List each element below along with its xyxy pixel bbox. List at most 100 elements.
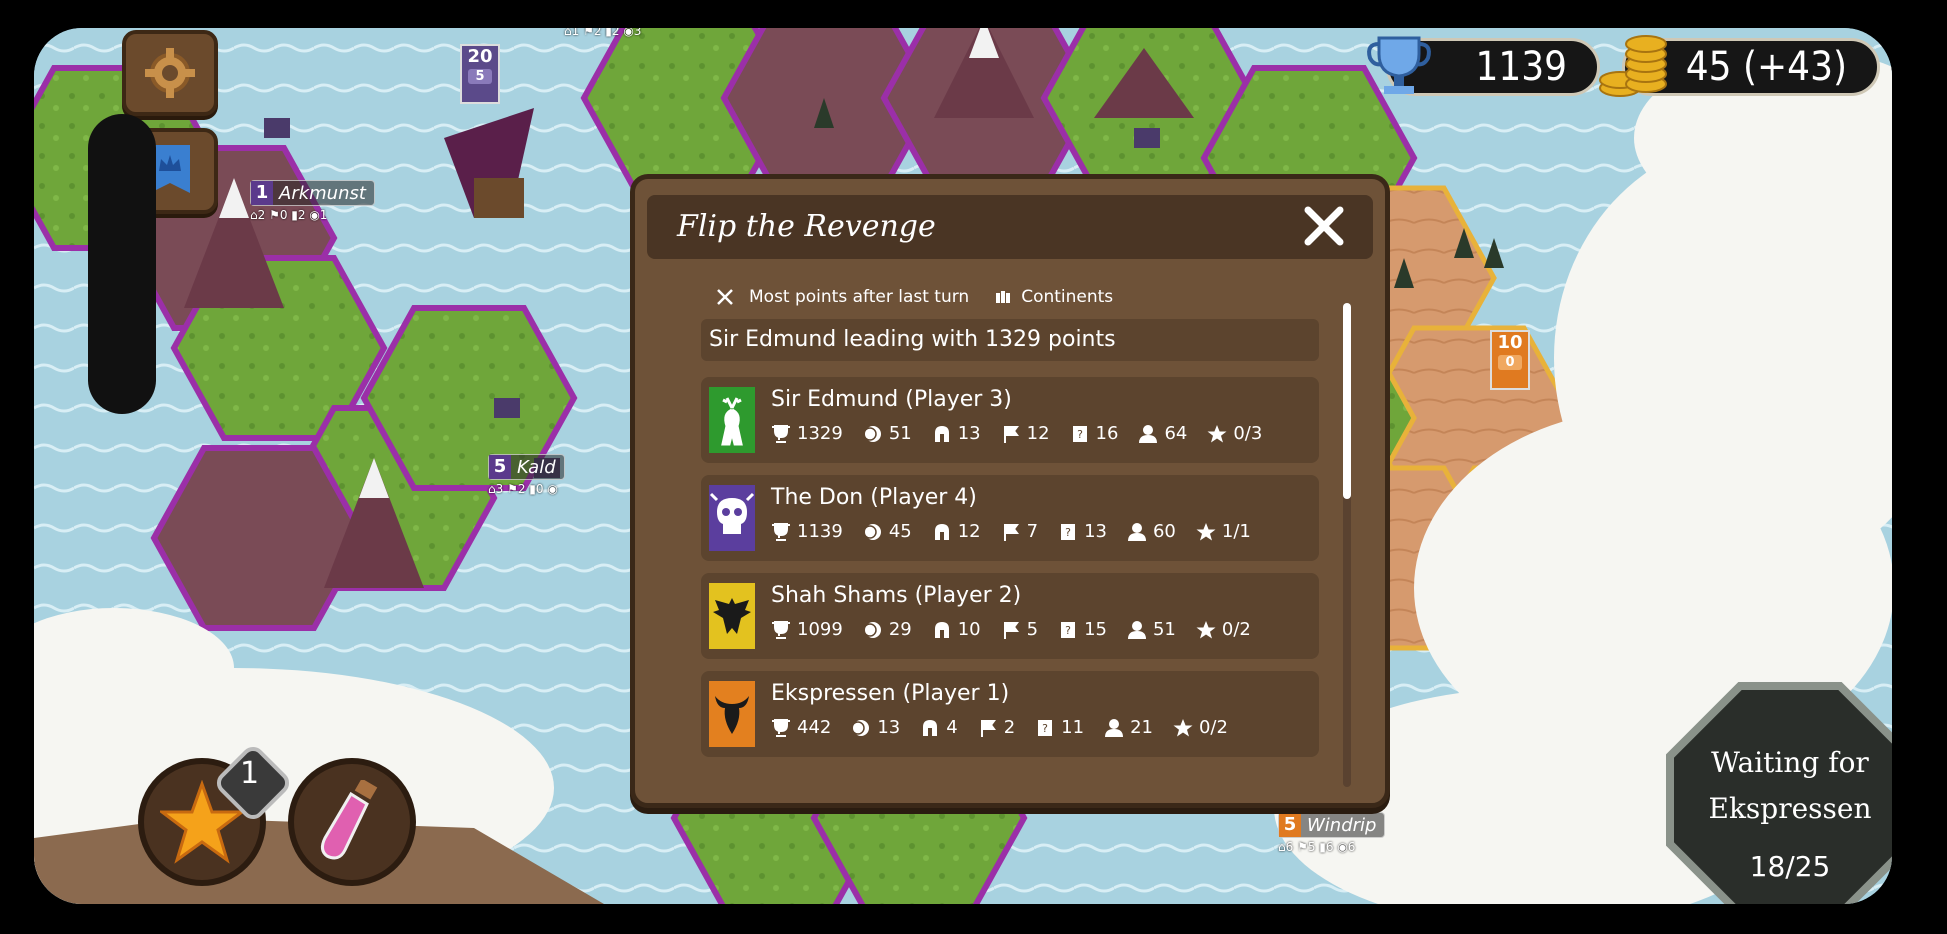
player-stats: 1329 51 13 12 ? 16 64 0/3 xyxy=(771,423,1282,444)
star-icon xyxy=(1196,522,1216,540)
stat-coin: 29 xyxy=(863,619,912,640)
stat-scroll: ? 11 xyxy=(1035,717,1084,738)
dialog-title: Flip the Revenge xyxy=(677,209,936,244)
population-icon xyxy=(1127,522,1146,541)
stat-value: 13 xyxy=(1084,521,1107,542)
marker-bottom-value: 0 xyxy=(1498,355,1522,370)
player-row[interactable]: Ekspressen (Player 1) 442 13 4 2 ? 11 21… xyxy=(701,671,1319,757)
gold-value: 45 (+43) xyxy=(1685,44,1847,90)
city-level: 5 xyxy=(1279,813,1301,837)
player-row[interactable]: Sir Edmund (Player 3) 1329 51 13 12 ? 16… xyxy=(701,377,1319,463)
eagle-icon xyxy=(713,598,751,634)
victory-criteria: Most points after last turn Continents xyxy=(715,287,1113,307)
city-name: Arkmunst xyxy=(279,182,366,204)
city-kald[interactable]: 5 Kald ⌂3 ⚑2 ▮0 ◉ xyxy=(488,454,565,496)
device-frame: 1139 45 (+43) ⌂1 ⚑2 ▮2 ◉3 20 5 10 0 1 Ar… xyxy=(0,0,1947,934)
stat-flag: 5 xyxy=(1001,619,1038,640)
stag-icon xyxy=(721,397,743,446)
city-windrip[interactable]: 5 Windrip ⌂6 ⚑5 ▮6 ◉6 xyxy=(1278,812,1386,854)
stat-value: 21 xyxy=(1130,717,1153,738)
standings-dialog: Flip the Revenge Most points after last … xyxy=(630,174,1390,808)
stat-value: 64 xyxy=(1164,423,1188,444)
population-icon xyxy=(1127,620,1146,639)
helmet-icon xyxy=(934,425,949,442)
trophy-value: 1139 xyxy=(1475,44,1567,90)
city-level: 1 xyxy=(251,181,273,205)
skull-icon xyxy=(709,492,755,534)
star-icon xyxy=(1196,620,1216,638)
close-icon xyxy=(1304,206,1344,246)
trophy-icon xyxy=(772,718,790,737)
stat-star: 0/3 xyxy=(1207,423,1262,444)
trophy-icon xyxy=(772,424,790,443)
player-emblem xyxy=(709,583,755,649)
city-stats: ⌂2 ⚑0 ▮2 ◉1 xyxy=(250,208,328,222)
gold-coins-icon xyxy=(1599,35,1667,97)
city-level: 5 xyxy=(489,455,511,479)
stat-value: 2 xyxy=(1003,717,1016,738)
city-arkmunst[interactable]: 1 Arkmunst ⌂2 ⚑0 ▮2 ◉1 xyxy=(250,180,375,222)
stat-star: 0/2 xyxy=(1196,619,1251,640)
player-name: Sir Edmund (Player 3) xyxy=(771,387,1012,412)
flag-icon xyxy=(980,719,996,737)
stat-value: 5 xyxy=(1026,619,1039,640)
scroll-icon: ? xyxy=(1061,523,1076,540)
population-icon xyxy=(1105,718,1124,737)
coin-icon xyxy=(863,425,881,442)
purple-unit-marker[interactable]: 20 5 xyxy=(460,44,500,104)
scroll-icon: ? xyxy=(1038,719,1053,736)
star-icon xyxy=(1207,424,1227,442)
stat-helmet: 4 xyxy=(920,717,958,738)
population-icon xyxy=(1139,424,1158,443)
waiting-line-1: Waiting for xyxy=(1711,746,1869,779)
city-stats: ⌂3 ⚑2 ▮0 ◉ xyxy=(488,482,558,496)
stat-flag: 2 xyxy=(978,717,1015,738)
city-name: Kald xyxy=(517,456,556,478)
close-button[interactable] xyxy=(1299,201,1349,251)
stat-trophy: 1329 xyxy=(771,423,843,444)
svg-text:?: ? xyxy=(1065,624,1071,637)
stat-value: 51 xyxy=(1152,619,1176,640)
marker-top-value: 10 xyxy=(1497,332,1523,353)
coin-icon xyxy=(851,719,870,736)
stat-population: 51 xyxy=(1127,619,1176,640)
player-emblem xyxy=(709,387,755,453)
camera-cutout xyxy=(88,114,156,414)
stat-value: 45 xyxy=(888,521,912,542)
player-emblem xyxy=(709,485,755,551)
flag-icon xyxy=(1003,523,1019,541)
stat-star: 1/1 xyxy=(1196,521,1251,542)
settings-button[interactable] xyxy=(122,30,218,116)
player-row[interactable]: Shah Shams (Player 2) 1099 29 10 5 ? 15 … xyxy=(701,573,1319,659)
stat-helmet: 10 xyxy=(932,619,981,640)
stat-value: 442 xyxy=(797,717,832,738)
player-stats: 1139 45 12 7 ? 13 60 1/1 xyxy=(771,521,1271,542)
scroll-icon: ? xyxy=(1061,621,1076,638)
player-stats: 442 13 4 2 ? 11 21 0/2 xyxy=(771,717,1248,738)
scrollbar-thumb[interactable] xyxy=(1343,303,1351,499)
stat-trophy: 1139 xyxy=(771,521,843,542)
city-name: Windrip xyxy=(1307,814,1377,836)
orange-unit-marker[interactable]: 10 0 xyxy=(1490,330,1530,390)
stat-value: 12 xyxy=(1026,423,1050,444)
turn-counter: 18/25 xyxy=(1749,850,1831,883)
stat-value: 13 xyxy=(877,717,901,738)
potion-button[interactable] xyxy=(288,758,416,886)
star-icon xyxy=(1173,718,1193,736)
turn-status-panel: Waiting for Ekspressen 18/25 xyxy=(1664,680,1892,904)
bull-icon xyxy=(715,696,749,734)
flag-icon xyxy=(1003,425,1019,443)
stat-value: 11 xyxy=(1061,717,1085,738)
player-row[interactable]: The Don (Player 4) 1139 45 12 7 ? 13 60 … xyxy=(701,475,1319,561)
stat-coin: 45 xyxy=(863,521,912,542)
stat-value: 12 xyxy=(957,521,981,542)
stat-value: 1329 xyxy=(797,423,843,444)
stat-population: 21 xyxy=(1104,717,1153,738)
coin-icon xyxy=(863,621,881,638)
stat-value: 60 xyxy=(1152,521,1176,542)
marker-top-value: 20 xyxy=(467,46,493,67)
stat-value: 0/3 xyxy=(1233,423,1263,444)
stat-coin: 13 xyxy=(851,717,900,738)
marker-bottom-value: 5 xyxy=(468,69,492,84)
gear-icon xyxy=(145,48,195,98)
